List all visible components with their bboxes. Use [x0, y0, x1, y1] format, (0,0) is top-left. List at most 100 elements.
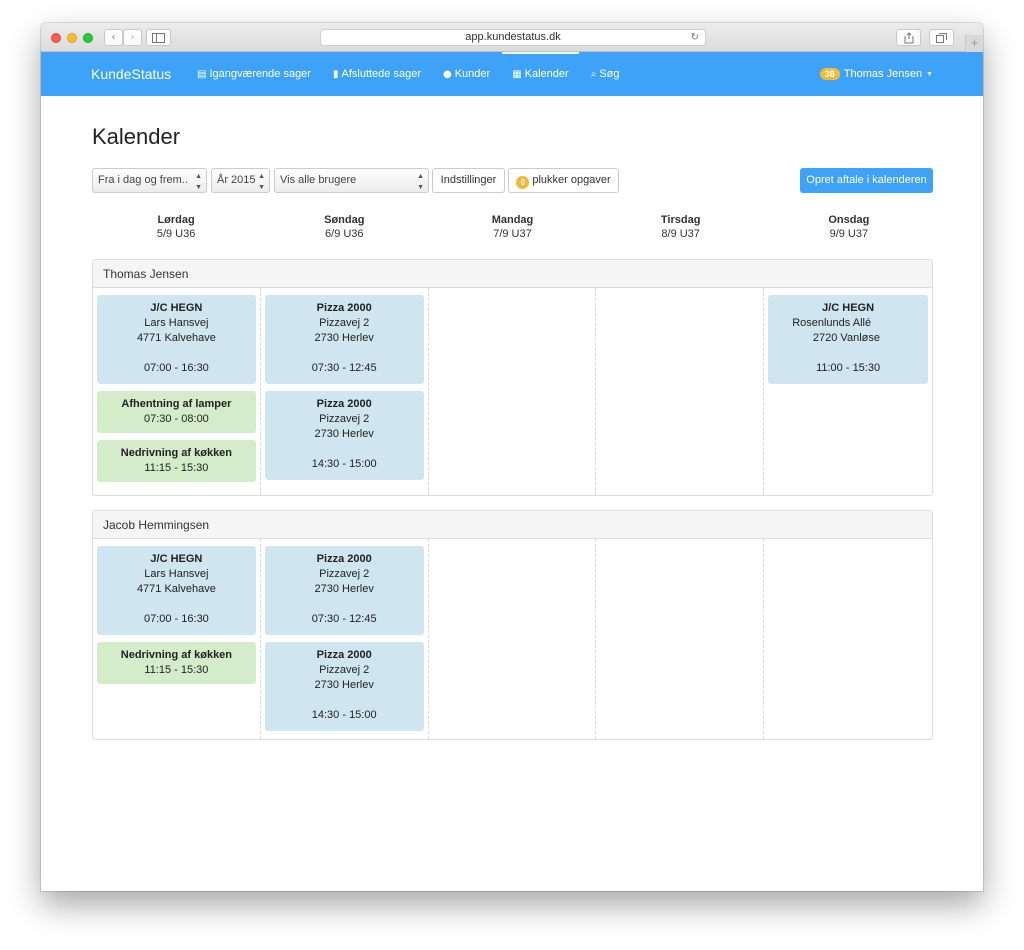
minimize-window-icon[interactable] — [67, 33, 77, 43]
task-card[interactable]: Nedrivning af køkken 11:15 - 15:30 — [97, 440, 256, 482]
day-header-row: Lørdag 5/9 U36 Søndag 6/9 U36 Mandag 7/9… — [92, 213, 933, 242]
notification-badge: 38 — [819, 68, 840, 80]
day-column — [764, 539, 932, 739]
appointment-city: 2730 Herlev — [314, 428, 374, 440]
task-title: Nedrivning af køkken — [120, 447, 233, 459]
day-date: 6/9 U36 — [325, 228, 364, 240]
appointment-time: 14:30 - 15:00 — [311, 458, 377, 470]
share-button[interactable] — [896, 29, 921, 46]
brand-logo[interactable]: KundeStatus — [91, 66, 171, 82]
panel-user-name: Thomas Jensen — [93, 260, 932, 288]
select-arrows-icon: ▲ ▼ — [417, 173, 424, 191]
calendar-toolbar: Fra i dag og frem.. ▲ ▼ År 2015 ▲ ▼ Vis al… — [92, 168, 933, 194]
day-column — [596, 539, 765, 739]
day-column — [429, 539, 597, 739]
task-card[interactable]: Afhentning af lamper 07:30 - 08:00 — [97, 391, 256, 433]
share-icon — [904, 32, 913, 44]
day-name: Mandag — [491, 214, 534, 226]
appointment-address: Lars Hansvej — [144, 568, 209, 580]
plus-icon: + — [970, 35, 979, 50]
appointment-card[interactable]: J/C HEGN Rosenlunds Allé 2720 Vanløse 11… — [768, 295, 928, 384]
appointment-title: J/C HEGN — [150, 553, 203, 565]
pick-tasks-label: plukker opgaver — [532, 174, 611, 186]
day-column: Pizza 2000 Pizzavej 2 2730 Herlev 07:30 … — [261, 288, 429, 495]
day-date: 7/9 U37 — [493, 228, 532, 240]
new-tab-button[interactable]: + — [965, 35, 983, 52]
browser-window: ‹ › app.kundestatus.dk ↻ + KundeStatus ▤… — [41, 23, 983, 891]
file-icon: ▮ — [332, 68, 339, 80]
nav-kunder[interactable]: ● Kunder — [443, 52, 500, 96]
show-tabs-button[interactable] — [929, 29, 954, 46]
appointment-time: 07:30 - 12:45 — [311, 362, 377, 374]
appointment-card[interactable]: Pizza 2000 Pizzavej 2 2730 Herlev 07:30 … — [264, 546, 424, 635]
back-button[interactable]: ‹ — [104, 29, 123, 46]
appointment-title: J/C HEGN — [150, 302, 203, 314]
nav-afsluttede-sager[interactable]: ▮ Afsluttede sager — [333, 52, 431, 96]
sidebar-icon — [152, 33, 165, 43]
close-window-icon[interactable] — [51, 33, 61, 43]
forward-button[interactable]: › — [123, 29, 142, 46]
create-appointment-button[interactable]: Opret aftale i kalenderen — [800, 168, 933, 193]
day-header: Mandag 7/9 U37 — [428, 213, 596, 242]
users-select[interactable]: Vis alle brugere ▲ ▼ — [274, 168, 429, 193]
zoom-window-icon[interactable] — [83, 33, 93, 43]
task-time: 11:15 - 15:30 — [144, 462, 209, 474]
task-time: 07:30 - 08:00 — [143, 413, 209, 425]
task-time: 11:15 - 15:30 — [144, 664, 209, 676]
appointment-city: 4771 Kalvehave — [136, 583, 216, 595]
appointment-address: Pizzavej 2 — [319, 413, 370, 425]
sidebar-toggle-button[interactable] — [146, 29, 171, 46]
day-date: 5/9 U36 — [156, 228, 196, 240]
appointment-title: Pizza 2000 — [316, 302, 372, 314]
range-select[interactable]: Fra i dag og frem.. ▲ ▼ — [92, 168, 207, 193]
day-header: Lørdag 5/9 U36 — [92, 213, 260, 242]
chevron-right-icon: › — [130, 32, 135, 43]
day-header: Tirsdag 8/9 U37 — [597, 213, 765, 242]
day-name: Tirsdag — [660, 214, 701, 226]
day-header: Søndag 6/9 U36 — [260, 213, 428, 242]
users-select-value: Vis alle brugere — [280, 174, 357, 186]
appointment-time: 14:30 - 15:00 — [311, 709, 377, 721]
nav-label: Kalender — [524, 68, 569, 80]
year-select[interactable]: År 2015 ▲ ▼ — [211, 168, 270, 193]
url-text: app.kundestatus.dk — [465, 31, 561, 43]
nav-igangvaerende-sager[interactable]: ▤ Igangværende sager — [197, 52, 321, 96]
day-header: Onsdag 9/9 U37 — [765, 213, 933, 242]
task-title: Afhentning af lamper — [121, 398, 232, 410]
day-column — [429, 288, 597, 495]
settings-button[interactable]: Indstillinger — [432, 168, 505, 193]
appointment-card[interactable]: Pizza 2000 Pizzavej 2 2730 Herlev 14:30 … — [264, 391, 424, 480]
user-calendar-panel: Jacob Hemmingsen J/C HEGN Lars Hansvej 4… — [92, 510, 933, 740]
pick-count-badge: 0 — [516, 176, 530, 189]
day-column: Pizza 2000 Pizzavej 2 2730 Herlev 07:30 … — [261, 539, 429, 739]
nav-label: Afsluttede sager — [341, 68, 421, 80]
task-card[interactable]: Nedrivning af køkken 11:15 - 15:30 — [97, 642, 256, 684]
appointment-card[interactable]: Pizza 2000 Pizzavej 2 2730 Herlev 07:30 … — [264, 295, 424, 384]
appointment-title: Pizza 2000 — [316, 553, 372, 565]
day-date: 8/9 U37 — [661, 228, 700, 240]
nav-links: ▤ Igangværende sager ▮ Afsluttede sager … — [197, 52, 642, 96]
user-icon: ● — [442, 68, 452, 80]
user-menu[interactable]: 38 Thomas Jensen ▼ — [819, 52, 933, 96]
pick-tasks-button[interactable]: 0 plukker opgaver — [508, 168, 619, 193]
day-date: 9/9 U37 — [829, 228, 869, 240]
page-title: Kalender — [92, 124, 181, 149]
calendar-icon: ▦ — [512, 68, 522, 80]
appointment-address: Pizzavej 2 — [319, 568, 370, 580]
top-navbar: KundeStatus ▤ Igangværende sager ▮ Afslu… — [41, 52, 983, 96]
day-name: Søndag — [324, 214, 365, 226]
appointment-card[interactable]: J/C HEGN Lars Hansvej 4771 Kalvehave 07:… — [97, 295, 256, 384]
appointment-card[interactable]: Pizza 2000 Pizzavej 2 2730 Herlev 14:30 … — [264, 642, 424, 731]
caret-down-icon: ▼ — [926, 70, 933, 78]
list-icon: ▤ — [197, 68, 207, 80]
nav-kalender[interactable]: ▦ Kalender — [502, 52, 579, 96]
title-bar: ‹ › app.kundestatus.dk ↻ + — [41, 23, 983, 52]
nav-soeg[interactable]: ⌕ Søg — [591, 52, 630, 96]
appointment-time: 11:00 - 15:30 — [816, 362, 881, 374]
select-arrows-icon: ▲ ▼ — [195, 173, 202, 191]
search-icon: ⌕ — [590, 68, 597, 80]
appointment-card[interactable]: J/C HEGN Lars Hansvej 4771 Kalvehave 07:… — [97, 546, 256, 635]
reload-icon[interactable]: ↻ — [691, 30, 699, 45]
address-bar[interactable]: app.kundestatus.dk ↻ — [320, 29, 706, 46]
nav-label: Søg — [599, 68, 620, 80]
